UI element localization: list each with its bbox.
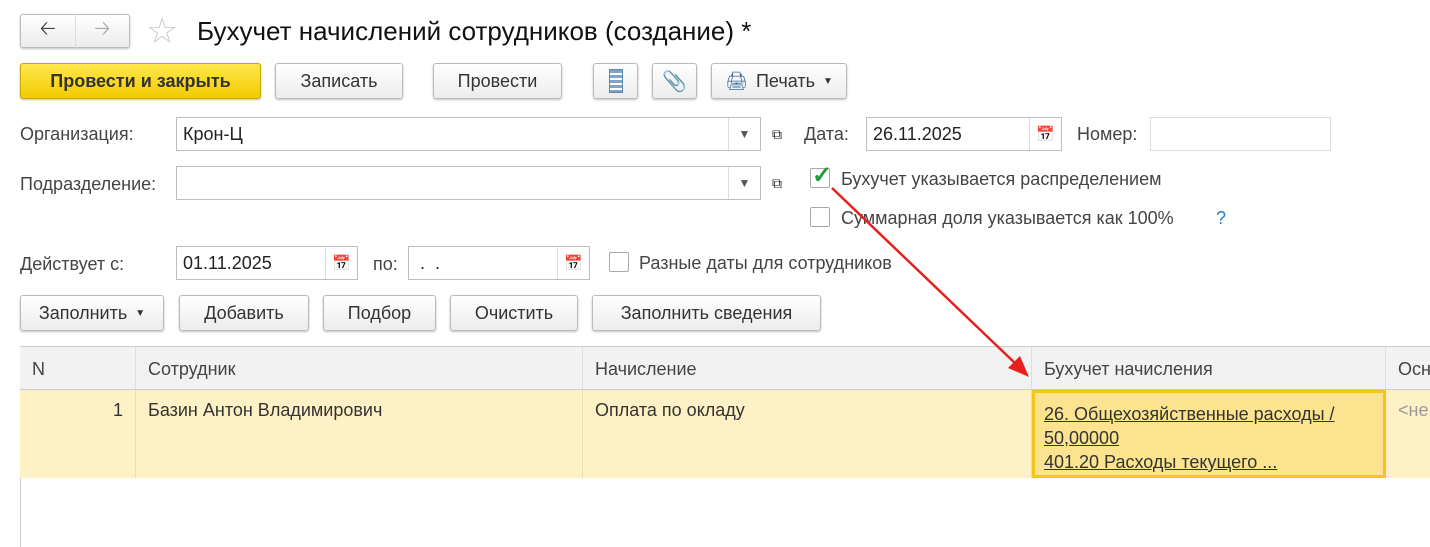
annotation-arrow-icon <box>831 187 1029 377</box>
